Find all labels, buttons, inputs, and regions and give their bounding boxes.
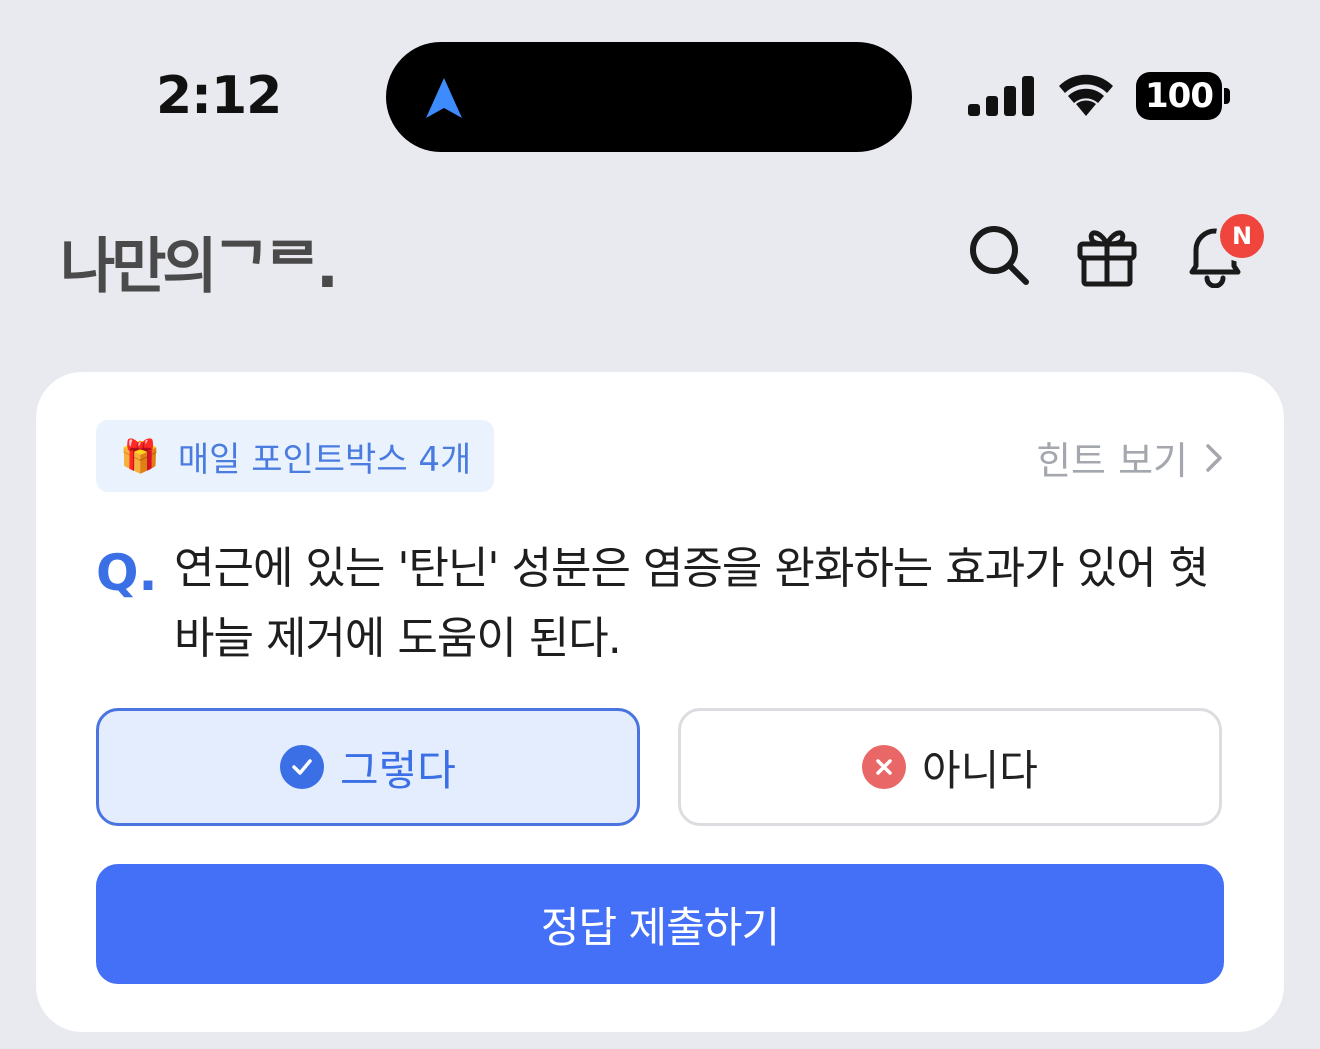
submit-answer-button[interactable]: 정답 제출하기 (96, 864, 1224, 984)
check-circle-icon (280, 745, 325, 789)
hint-label: 힌트 보기 (1036, 439, 1188, 483)
daily-points-chip: 🎁 매일 포인트박스 4개 (96, 420, 494, 492)
app-logo[interactable]: 나만의ᄀᄅ. (60, 218, 339, 305)
hint-link[interactable]: 힌트 보기 (1036, 430, 1224, 485)
question-mark: Q. (96, 544, 158, 602)
battery-tip (1224, 88, 1230, 104)
option-no-button[interactable]: 아니다 (678, 708, 1222, 826)
quiz-card: 🎁 매일 포인트박스 4개 힌트 보기 Q. 연근에 있는 '탄닌' 성분은 염… (36, 372, 1284, 1032)
search-icon[interactable] (966, 222, 1032, 292)
option-no-label: 아니다 (922, 745, 1038, 795)
status-time: 2:12 (156, 66, 282, 126)
wifi-icon (1056, 70, 1116, 122)
x-circle-icon (862, 745, 907, 789)
question-text: 연근에 있는 '탄닌' 성분은 염증을 완화하는 효과가 있어 혓바늘 제거에 … (174, 543, 1209, 664)
points-label: 매일 포인트박스 4개 (177, 439, 472, 480)
gift-icon[interactable] (1074, 222, 1140, 292)
option-yes-label: 그렇다 (340, 745, 456, 795)
navigation-arrow-icon (424, 76, 464, 124)
gift-box-icon: 🎁 (120, 437, 160, 475)
notification-badge: N (1216, 210, 1268, 262)
battery-icon: 100 (1136, 72, 1222, 120)
signal-icon (968, 76, 1036, 122)
dynamic-island (386, 42, 912, 152)
option-yes-button[interactable]: 그렇다 (96, 708, 640, 826)
chevron-right-icon (1206, 443, 1222, 472)
